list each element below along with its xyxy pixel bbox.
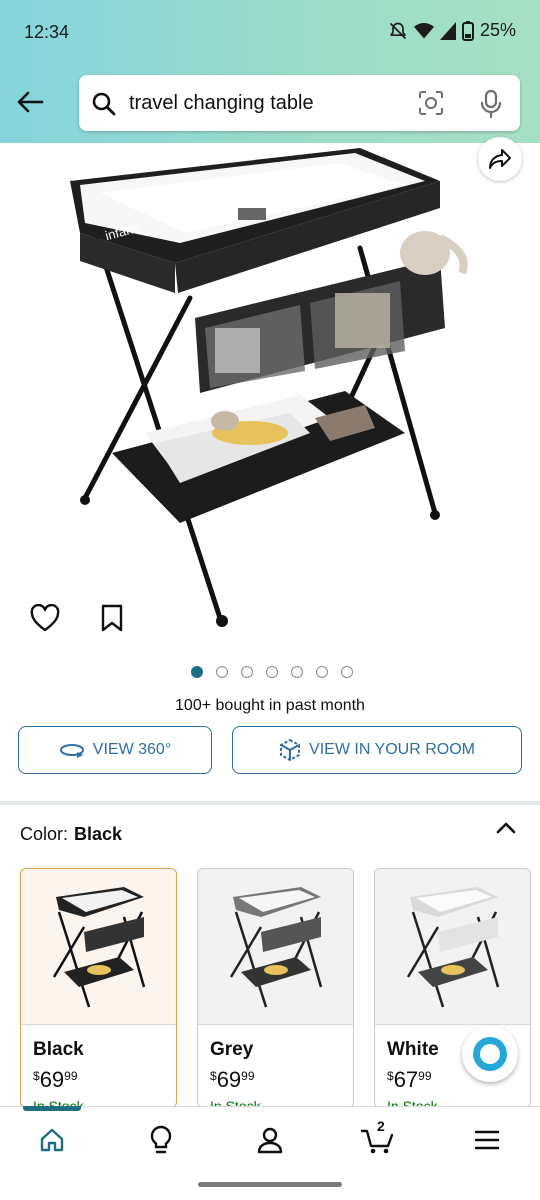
bookmark-icon[interactable] [100,603,124,633]
gesture-bar [198,1182,342,1187]
color-selector-header[interactable]: Color: Black [20,824,122,845]
product-image[interactable]: infans [0,143,540,648]
swatch-name: White [387,1039,439,1060]
swatch-name: Black [33,1039,84,1060]
battery-percent: 25% [479,20,516,40]
bell-off-icon [389,22,407,39]
menu-icon [474,1130,500,1150]
wifi-icon [413,22,434,38]
chevron-up-icon[interactable] [496,820,516,834]
battery-icon [461,20,474,41]
account-icon [257,1127,283,1154]
bought-count-text: 100+ bought in past month [175,697,365,714]
color-value: Black [74,824,123,844]
status-time: 12:34 [24,22,70,42]
cart-count-badge: 2 [377,1118,385,1134]
active-tab-indicator [23,1106,81,1111]
camera-search-icon[interactable] [417,89,445,117]
view-in-room-label: VIEW IN YOUR ROOM [309,741,475,758]
heart-icon[interactable] [30,604,60,632]
swatch-price: $6999 [33,1067,78,1092]
swatch-grey[interactable]: Grey $6999 In Stock [197,868,354,1108]
home-icon [40,1128,64,1152]
carousel-dot[interactable] [341,666,353,678]
search-input[interactable]: travel changing table [129,92,314,115]
alexa-button[interactable] [462,1026,518,1082]
carousel-dots[interactable] [0,666,540,678]
microphone-icon[interactable] [479,89,503,119]
carousel-dot[interactable] [191,666,203,678]
view-360-label: VIEW 360° [92,741,172,758]
search-icon [92,92,116,116]
color-swatches: Black $6999 In Stock Grey $6999 In Stock… [20,868,540,1108]
nav-account[interactable] [250,1122,290,1158]
rotate-360-icon [59,744,84,758]
nav-menu[interactable] [467,1122,507,1158]
cube-ar-icon [280,738,301,762]
carousel-dot[interactable] [216,666,228,678]
black-table-thumbnail [52,886,145,1007]
signal-icon [439,21,456,40]
swatch-black[interactable]: Black $6999 In Stock [20,868,177,1108]
swatch-price: $6999 [210,1067,255,1092]
nav-inspire[interactable] [141,1122,181,1158]
share-icon [489,149,511,169]
changing-table-image: infans [70,148,468,627]
grey-table-thumbnail [229,886,322,1007]
status-bar: 12:34 25% [0,0,540,62]
nav-home[interactable] [32,1122,72,1158]
carousel-dot[interactable] [266,666,278,678]
white-table-thumbnail [406,886,499,1007]
alexa-icon [473,1037,507,1071]
swatch-name: Grey [210,1039,254,1060]
swatch-price: $6799 [387,1067,432,1092]
view-360-button[interactable]: VIEW 360° [18,726,212,774]
color-label: Color: [20,824,69,844]
bottom-navigation [0,1106,540,1172]
back-button[interactable] [12,84,48,120]
lightbulb-icon [150,1125,172,1154]
view-in-room-button[interactable]: VIEW IN YOUR ROOM [232,726,522,774]
search-bar[interactable]: travel changing table [79,75,520,131]
arrow-left-icon [17,91,44,113]
app-header: 12:34 25% travel changing table [0,0,540,143]
carousel-dot[interactable] [316,666,328,678]
carousel-dot[interactable] [241,666,253,678]
share-button[interactable] [478,137,522,181]
section-divider [0,801,540,805]
carousel-dot[interactable] [291,666,303,678]
